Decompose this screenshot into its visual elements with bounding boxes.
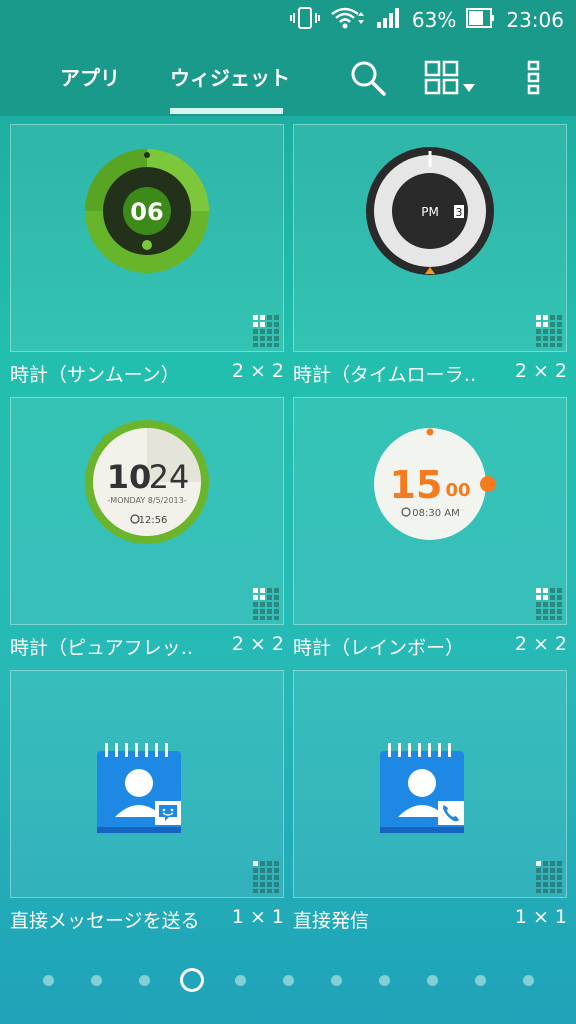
battery-percent: 63% bbox=[411, 8, 457, 32]
timeroller-ampm: PM bbox=[421, 205, 439, 219]
widget-size-icon bbox=[536, 315, 562, 347]
rainbow-hour: 15 bbox=[390, 463, 443, 507]
contact-call-icon bbox=[380, 743, 464, 833]
widget-size-icon bbox=[536, 588, 562, 620]
contact-message-icon bbox=[97, 743, 181, 833]
widget-name: 時計（サンムーン） bbox=[10, 364, 180, 386]
purefresh-hour: 10 bbox=[107, 458, 152, 496]
widget-size: 2 × 2 bbox=[514, 360, 567, 382]
page-dot[interactable] bbox=[235, 975, 246, 986]
widget-size-icon bbox=[253, 588, 279, 620]
widget-size-icon bbox=[253, 315, 279, 347]
clock: 23:06 bbox=[506, 8, 564, 32]
status-right: 63% 23:06 bbox=[289, 6, 564, 35]
top-bar: アプリ ウィジェット bbox=[0, 40, 576, 116]
page-dot[interactable] bbox=[43, 975, 54, 986]
widget-name: 直接メッセージを送る bbox=[10, 910, 200, 932]
rainbow-minute: 00 bbox=[445, 480, 470, 501]
widget-size-icon bbox=[253, 861, 279, 893]
page-dot-active[interactable] bbox=[180, 968, 204, 992]
widget-size: 2 × 2 bbox=[231, 360, 284, 382]
widget-name: 時計（ピュアフレッ‥ bbox=[10, 637, 194, 659]
timeroller-badge: 3 bbox=[456, 206, 463, 219]
page-indicator bbox=[0, 966, 576, 996]
widget-size-icon bbox=[536, 861, 562, 893]
purefresh-clock-preview: 10 24 -MONDAY 8/5/2013- 12:56 bbox=[85, 420, 209, 544]
widget-item[interactable]: 10 24 -MONDAY 8/5/2013- 12:56 時計（ピュアフレッ‥… bbox=[10, 397, 284, 659]
purefresh-minute: 24 bbox=[149, 458, 190, 496]
widget-item[interactable]: 直接発信 1 × 1 bbox=[293, 670, 567, 932]
grid-view-dropdown-icon[interactable] bbox=[424, 58, 478, 102]
widget-preview bbox=[10, 670, 284, 898]
tab-apps[interactable]: アプリ bbox=[60, 62, 120, 91]
search-icon[interactable] bbox=[348, 58, 388, 102]
tab-widgets[interactable]: ウィジェット bbox=[170, 62, 290, 91]
widget-item[interactable]: 直接メッセージを送る 1 × 1 bbox=[10, 670, 284, 932]
page-dot[interactable] bbox=[523, 975, 534, 986]
purefresh-alarm: 12:56 bbox=[139, 515, 168, 526]
widget-preview bbox=[293, 670, 567, 898]
widget-size: 2 × 2 bbox=[514, 633, 567, 655]
widget-item[interactable]: 06 時計（サンムーン） 2 × 2 bbox=[10, 124, 284, 386]
purefresh-date: -MONDAY 8/5/2013- bbox=[107, 496, 186, 505]
page-dot[interactable] bbox=[427, 975, 438, 986]
page-dot[interactable] bbox=[91, 975, 102, 986]
page-dot[interactable] bbox=[139, 975, 150, 986]
widget-preview: PM 3 bbox=[293, 124, 567, 352]
widget-size: 1 × 1 bbox=[514, 906, 567, 928]
wifi-icon bbox=[330, 6, 366, 35]
page-dot[interactable] bbox=[283, 975, 294, 986]
widget-size: 1 × 1 bbox=[231, 906, 284, 928]
signal-icon bbox=[376, 6, 402, 35]
page-dot[interactable] bbox=[475, 975, 486, 986]
sunmoon-clock-preview: 06 bbox=[85, 149, 209, 273]
widget-item[interactable]: PM 3 時計（タイムローラ‥ 2 × 2 bbox=[293, 124, 567, 386]
rainbow-clock-preview: 15 00 08:30 AM bbox=[374, 428, 496, 540]
vibrate-icon bbox=[289, 6, 320, 35]
widget-preview: 06 bbox=[10, 124, 284, 352]
more-vert-icon[interactable] bbox=[526, 58, 542, 102]
widget-item[interactable]: 15 00 08:30 AM 時計（レインボー） 2 × 2 bbox=[293, 397, 567, 659]
sunmoon-time: 06 bbox=[130, 198, 163, 226]
tab-indicator bbox=[170, 108, 283, 114]
widget-size: 2 × 2 bbox=[231, 633, 284, 655]
page-dot[interactable] bbox=[331, 975, 342, 986]
widget-preview: 10 24 -MONDAY 8/5/2013- 12:56 bbox=[10, 397, 284, 625]
page-dot[interactable] bbox=[379, 975, 390, 986]
status-bar: 63% 23:06 bbox=[0, 0, 576, 40]
battery-icon bbox=[466, 7, 496, 34]
widget-name: 時計（タイムローラ‥ bbox=[293, 364, 477, 386]
timeroller-clock-preview: PM 3 bbox=[366, 147, 494, 275]
widget-name: 時計（レインボー） bbox=[293, 637, 465, 659]
widget-preview: 15 00 08:30 AM bbox=[293, 397, 567, 625]
rainbow-alarm: 08:30 AM bbox=[412, 508, 459, 519]
widget-name: 直接発信 bbox=[293, 910, 370, 932]
